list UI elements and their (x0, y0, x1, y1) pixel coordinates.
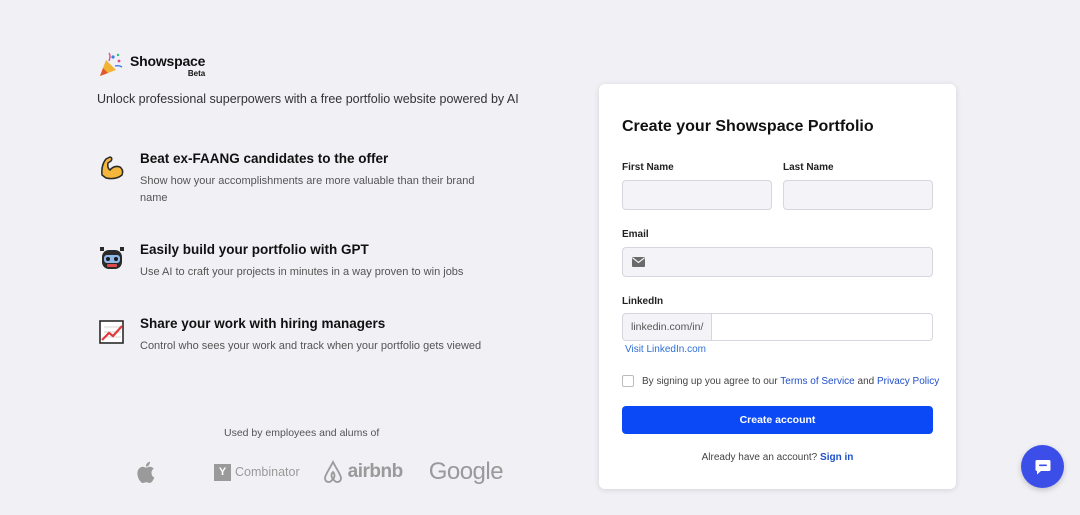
used-by-label: Used by employees and alums of (224, 427, 380, 439)
feature-title: Easily build your portfolio with GPT (140, 242, 369, 257)
flexed-biceps-icon (101, 156, 124, 180)
feature-item: Beat ex-FAANG candidates to the offer Sh… (98, 151, 518, 207)
apple-logo (136, 460, 158, 484)
signin-prompt-text: Already have an account? (701, 452, 818, 463)
linkedin-field[interactable] (711, 313, 933, 341)
chart-increasing-icon (99, 320, 124, 344)
signup-card: Create your Showspace Portfolio First Na… (599, 84, 956, 489)
terms-text: By signing up you agree to our Terms of … (642, 376, 939, 387)
airbnb-belo-icon (323, 460, 342, 483)
party-popper-icon (100, 52, 123, 76)
y-combinator-logo: Y Combinator (214, 463, 300, 481)
feature-item: Easily build your portfolio with GPT Use… (98, 242, 518, 281)
visit-linkedin-link[interactable]: Visit LinkedIn.com (625, 344, 706, 355)
email-field[interactable] (622, 247, 933, 277)
linkedin-label: LinkedIn (622, 296, 664, 307)
email-field-wrapper (622, 247, 933, 277)
feature-description: Control who sees your work and track whe… (140, 340, 482, 352)
form-title: Create your Showspace Portfolio (622, 118, 874, 135)
brand[interactable]: Showspace Beta (98, 52, 205, 78)
feature-title: Beat ex-FAANG candidates to the offer (140, 151, 389, 166)
last-name-field[interactable] (783, 180, 933, 210)
create-account-button[interactable]: Create account (622, 406, 933, 434)
airbnb-text: airbnb (347, 461, 404, 482)
linkedin-field-group: linkedin.com/in/ (622, 313, 933, 341)
airbnb-logo: airbnb (322, 460, 403, 484)
feature-title: Share your work with hiring managers (140, 316, 386, 331)
chat-button[interactable] (1021, 445, 1064, 488)
envelope-icon (632, 257, 645, 267)
tagline: Unlock professional superpowers with a f… (97, 92, 519, 106)
robot-icon (100, 247, 124, 269)
terms-checkbox[interactable] (622, 375, 634, 387)
email-label: Email (622, 229, 649, 240)
terms-agreement: By signing up you agree to our Terms of … (622, 375, 939, 387)
privacy-policy-link[interactable]: Privacy Policy (877, 376, 939, 387)
beta-badge: Beta (187, 69, 206, 78)
company-logos: Y Combinator airbnb Google (136, 454, 504, 490)
sign-in-link[interactable]: Sign in (820, 452, 853, 463)
y-combinator-text: Combinator (235, 465, 300, 479)
feature-description: Show how your accomplishments are more v… (140, 175, 475, 204)
chat-bubble-icon (1035, 459, 1050, 474)
terms-of-service-link[interactable]: Terms of Service (780, 376, 854, 387)
first-name-label: First Name (622, 162, 674, 173)
last-name-label: Last Name (783, 162, 834, 173)
feature-description: Use AI to craft your projects in minutes… (140, 266, 464, 278)
signin-prompt: Already have an account? Sign in (599, 452, 956, 463)
y-combinator-badge: Y (214, 463, 231, 481)
first-name-field[interactable] (622, 180, 772, 210)
google-logo: Google (428, 458, 504, 486)
linkedin-url-prefix: linkedin.com/in/ (622, 313, 712, 341)
terms-and: and (857, 375, 875, 387)
google-text: Google (428, 458, 504, 485)
feature-item: Share your work with hiring managers Con… (98, 316, 518, 355)
terms-prefix: By signing up you agree to our (642, 375, 778, 387)
brand-name: Showspace (130, 53, 206, 69)
